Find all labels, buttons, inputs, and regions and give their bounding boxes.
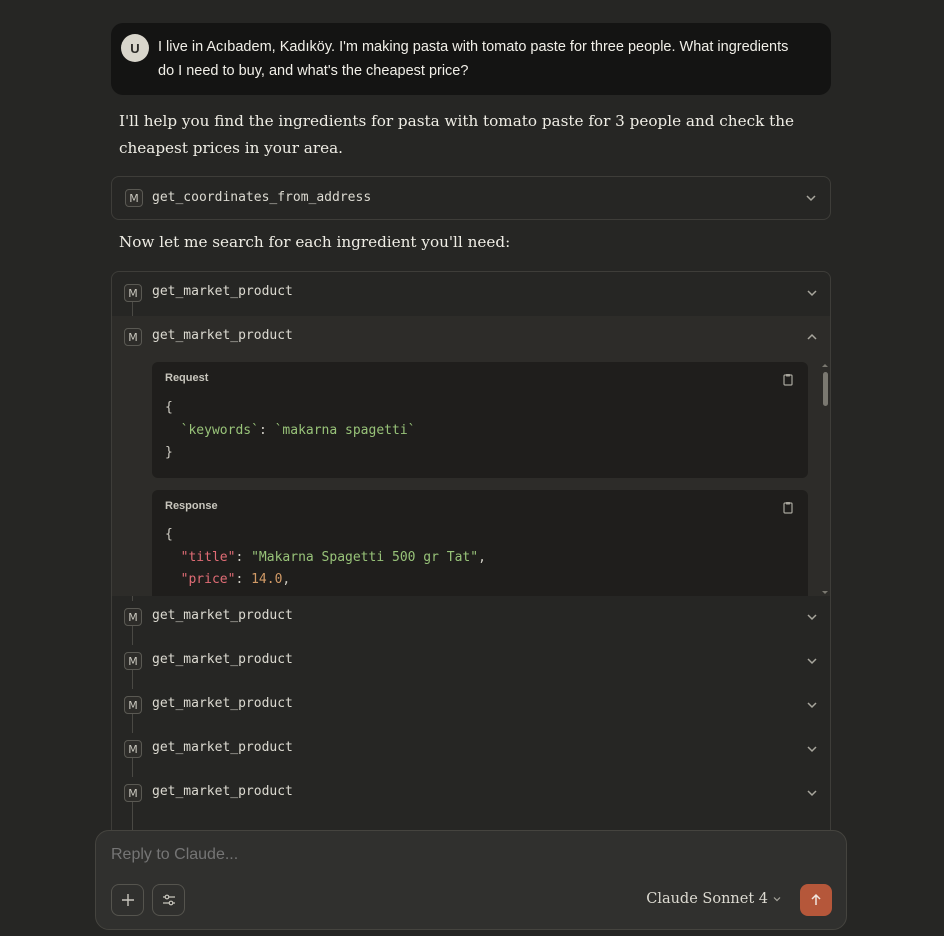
chevron-down-icon: [807, 290, 817, 297]
tool-call-name: get_market_product: [152, 696, 293, 711]
tool-call-row[interactable]: M get_market_product: [112, 596, 830, 640]
chevron-down-icon: [773, 897, 781, 902]
response-title-value: "Makarna Spagetti 500 gr Tat": [251, 549, 479, 565]
model-name: Claude Sonnet 4: [646, 891, 768, 907]
copy-icon[interactable]: [782, 501, 794, 514]
details-scrollbar[interactable]: [822, 362, 828, 596]
tool-call-name: get_market_product: [152, 608, 293, 623]
assistant-intro-text: I'll help you find the ingredients for p…: [119, 112, 794, 157]
mcp-badge: M: [124, 608, 142, 626]
arrow-up-icon: [811, 893, 821, 905]
mcp-badge: M: [125, 189, 143, 207]
send-button[interactable]: [800, 884, 832, 916]
add-button[interactable]: [111, 884, 144, 916]
user-avatar: U: [121, 34, 149, 62]
chevron-down-icon: [807, 746, 817, 753]
tool-call-name: get_market_product: [152, 284, 293, 299]
copy-icon[interactable]: [782, 373, 794, 386]
tool-call-row[interactable]: M get_market_product: [112, 272, 830, 316]
mcp-badge: M: [124, 784, 142, 802]
plus-icon: [121, 894, 134, 906]
tool-call-details: Request { `keywords`: `makarna spagetti`…: [112, 360, 830, 596]
tool-call-row[interactable]: M get_market_product: [112, 772, 830, 816]
tool-call-name: get_coordinates_from_address: [152, 190, 372, 205]
chevron-down-icon: [806, 195, 816, 202]
request-value: `makarna spagetti`: [274, 422, 416, 438]
chat-page: U I live in Acıbadem, Kadıköy. I'm makin…: [0, 0, 944, 936]
tool-call-name: get_market_product: [152, 784, 293, 799]
chevron-up-icon: [807, 333, 817, 340]
request-panel: Request { `keywords`: `makarna spagetti`…: [152, 362, 808, 478]
scroll-thumb[interactable]: [823, 372, 828, 406]
tool-call-row[interactable]: M get_market_product: [112, 640, 830, 684]
mcp-badge: M: [124, 284, 142, 302]
user-message: U I live in Acıbadem, Kadıköy. I'm makin…: [111, 23, 831, 95]
tool-call-name: get_market_product: [152, 328, 293, 343]
chevron-down-icon: [807, 790, 817, 797]
tool-call-coordinates[interactable]: M get_coordinates_from_address: [111, 176, 831, 220]
chevron-down-icon: [807, 614, 817, 621]
mcp-badge: M: [124, 740, 142, 758]
response-panel: Response { "title": "Makarna Spagetti 50…: [152, 490, 808, 596]
mcp-badge: M: [124, 652, 142, 670]
chevron-down-icon: [807, 702, 817, 709]
tool-call-group: M get_market_product M get_market_produc…: [111, 271, 831, 831]
response-label: Response: [165, 500, 218, 512]
mcp-badge: M: [124, 328, 142, 346]
request-label: Request: [165, 372, 209, 384]
reply-composer: Claude Sonnet 4: [95, 830, 847, 930]
chevron-down-icon: [807, 658, 817, 665]
user-message-text: I live in Acıbadem, Kadıköy. I'm making …: [158, 39, 789, 79]
request-code: { `keywords`: `makarna spagetti` }: [165, 400, 416, 460]
assistant-search-text: Now let me search for each ingredient yo…: [119, 233, 511, 251]
scroll-up-arrow-icon[interactable]: [822, 362, 828, 368]
tool-call-row-expanded[interactable]: M get_market_product: [112, 316, 830, 360]
response-price-value: 14.0: [251, 572, 283, 587]
mcp-badge: M: [124, 696, 142, 714]
response-code: { "title": "Makarna Spagetti 500 gr Tat"…: [165, 527, 486, 587]
tool-call-name: get_market_product: [152, 652, 293, 667]
tool-call-row[interactable]: M get_market_product: [112, 728, 830, 772]
response-title-key: "title": [180, 549, 236, 565]
tool-call-name: get_market_product: [152, 740, 293, 755]
model-selector[interactable]: Claude Sonnet 4: [646, 891, 782, 907]
sliders-icon: [162, 894, 175, 906]
reply-input[interactable]: [111, 846, 711, 864]
request-key: `keywords`: [180, 422, 259, 438]
tool-call-row[interactable]: M get_market_product: [112, 684, 830, 728]
tools-settings-button[interactable]: [152, 884, 185, 916]
response-price-key: "price": [180, 572, 236, 587]
